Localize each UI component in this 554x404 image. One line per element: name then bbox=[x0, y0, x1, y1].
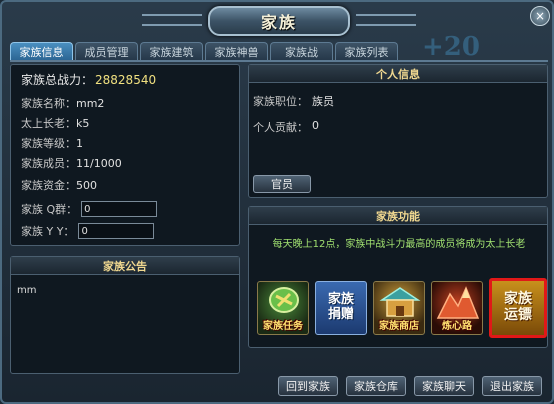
name-label: 家族名称： bbox=[21, 97, 76, 110]
elder-label: 太上长老： bbox=[21, 117, 76, 130]
clan-task-label: 家族任务 bbox=[263, 321, 303, 332]
clan-warehouse-button[interactable]: 家族仓库 bbox=[346, 376, 406, 396]
officer-button[interactable]: 官员 bbox=[253, 175, 311, 193]
close-icon: × bbox=[534, 9, 546, 23]
level-row: 家族等级： 1 bbox=[21, 135, 83, 151]
clan-shop-button[interactable]: 家族商店 bbox=[373, 281, 425, 335]
clan-donate-label: 家族捐赠 bbox=[327, 292, 354, 322]
qq-label: 家族 Q群： bbox=[21, 203, 78, 216]
contribution-value: 0 bbox=[312, 119, 319, 132]
return-to-clan-button[interactable]: 回到家族 bbox=[278, 376, 338, 396]
tab-clan-list[interactable]: 家族列表 bbox=[335, 42, 398, 60]
window-title-plate: 家族 bbox=[208, 6, 350, 36]
clan-escort-label: 家族运镖 bbox=[504, 291, 532, 323]
members-value: 11/1000 bbox=[76, 156, 122, 170]
funds-row: 家族资金： 500 bbox=[21, 177, 97, 193]
power-row: 家族总战力： 28828540 bbox=[21, 71, 156, 88]
yy-label: 家族 Y Y： bbox=[21, 225, 75, 238]
elder-row: 太上长老： k5 bbox=[21, 115, 89, 131]
refining-road-label: 炼心路 bbox=[442, 321, 472, 332]
clan-task-button[interactable]: 家族任务 bbox=[257, 281, 309, 335]
name-value: mm2 bbox=[76, 96, 105, 110]
tab-clan-buildings[interactable]: 家族建筑 bbox=[140, 42, 203, 60]
window-title: 家族 bbox=[260, 13, 297, 32]
contribution-row: 个人贡献： 0 bbox=[253, 119, 319, 135]
tab-member-management[interactable]: 成员管理 bbox=[75, 42, 138, 60]
personal-info-title: 个人信息 bbox=[249, 65, 547, 83]
position-row: 家族职位： 族员 bbox=[253, 93, 334, 109]
power-label: 家族总战力： bbox=[21, 73, 94, 87]
level-label: 家族等级： bbox=[21, 137, 76, 150]
clan-info-panel: 家族总战力： 28828540 家族名称： mm2 太上长老： k5 家族等级：… bbox=[10, 64, 240, 246]
name-row: 家族名称： mm2 bbox=[21, 95, 104, 111]
functions-description: 每天晚上12点，家族中战斗力最高的成员将成为太上长老 bbox=[272, 239, 526, 250]
shop-icon bbox=[379, 287, 421, 317]
yy-row: 家族 Y Y： bbox=[21, 223, 155, 239]
title-wing-left bbox=[142, 14, 202, 26]
qq-group-input[interactable] bbox=[81, 201, 158, 217]
qq-row: 家族 Q群： bbox=[21, 201, 158, 217]
tab-clan-war[interactable]: 家族战 bbox=[270, 42, 333, 60]
funds-value: 500 bbox=[76, 178, 97, 192]
notice-text[interactable]: mm bbox=[17, 285, 36, 296]
scroll-icon bbox=[269, 287, 299, 313]
clan-functions-panel: 家族功能 每天晚上12点，家族中战斗力最高的成员将成为太上长老 家族任务 家族捐… bbox=[248, 206, 548, 348]
function-icons: 家族任务 家族捐赠 家族商店 炼心路 家族运镖 bbox=[257, 278, 547, 338]
clan-chat-button[interactable]: 家族聊天 bbox=[414, 376, 474, 396]
position-label: 家族职位： bbox=[253, 95, 308, 108]
members-label: 家族成员： bbox=[21, 157, 76, 170]
personal-info-panel: 个人信息 家族职位： 族员 个人贡献： 0 官员 bbox=[248, 64, 548, 198]
refining-road-button[interactable]: 炼心路 bbox=[431, 281, 483, 335]
clan-escort-button[interactable]: 家族运镖 bbox=[489, 278, 547, 338]
tab-clan-beast[interactable]: 家族神兽 bbox=[205, 42, 268, 60]
functions-title: 家族功能 bbox=[249, 207, 547, 225]
elder-value: k5 bbox=[76, 116, 90, 130]
clan-notice-panel: 家族公告 mm bbox=[10, 256, 240, 374]
tab-divider bbox=[10, 60, 548, 62]
level-value: 1 bbox=[76, 136, 83, 150]
close-button[interactable]: × bbox=[530, 6, 550, 26]
notice-title: 家族公告 bbox=[11, 257, 239, 275]
bottom-actions: 回到家族 家族仓库 家族聊天 退出家族 bbox=[278, 376, 542, 396]
members-row: 家族成员： 11/1000 bbox=[21, 155, 122, 171]
clan-donate-button[interactable]: 家族捐赠 bbox=[315, 281, 367, 335]
tab-bar: 家族信息 成员管理 家族建筑 家族神兽 家族战 家族列表 bbox=[10, 42, 398, 60]
clan-window: +20 家族 × 家族信息 成员管理 家族建筑 家族神兽 家族战 家族列表 家族… bbox=[0, 0, 554, 404]
leave-clan-button[interactable]: 退出家族 bbox=[482, 376, 542, 396]
position-value: 族员 bbox=[312, 95, 334, 108]
title-wing-right bbox=[356, 14, 416, 26]
clan-shop-label: 家族商店 bbox=[379, 321, 419, 332]
yy-input[interactable] bbox=[78, 223, 155, 239]
power-value: 28828540 bbox=[95, 72, 157, 87]
mountain-icon bbox=[436, 286, 480, 319]
contribution-label: 个人贡献： bbox=[253, 121, 308, 134]
funds-label: 家族资金： bbox=[21, 179, 76, 192]
tab-clan-info[interactable]: 家族信息 bbox=[10, 42, 73, 60]
